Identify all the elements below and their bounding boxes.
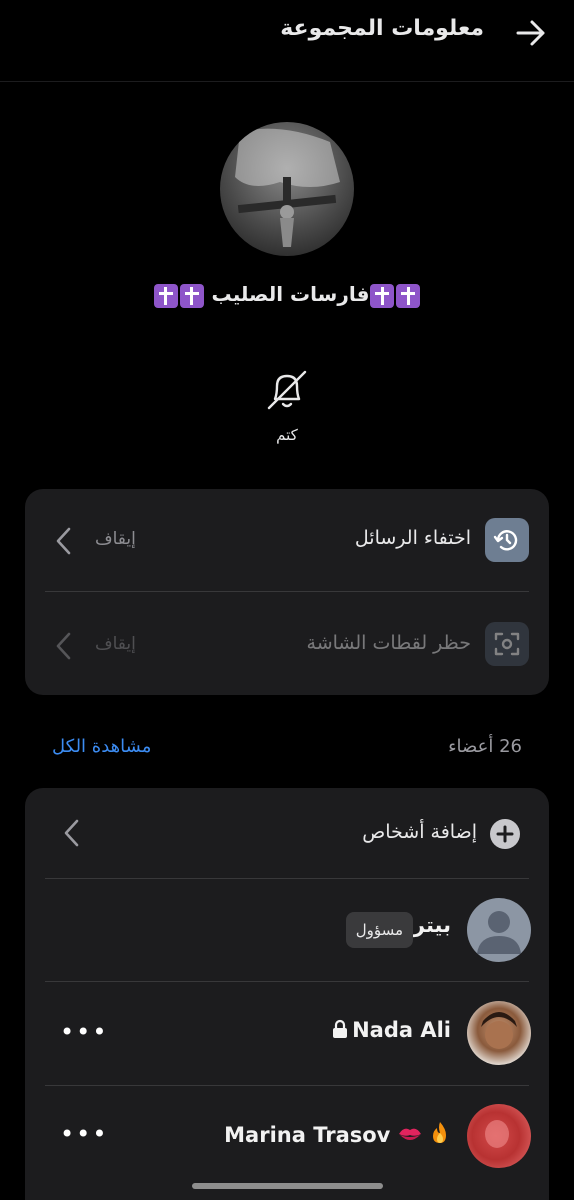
add-people-row[interactable]: إضافة أشخاص: [25, 788, 549, 878]
member-row[interactable]: Marina Trasov •••: [25, 1086, 549, 1196]
member-name: Nada Ali: [352, 1018, 451, 1042]
mute-label: كتم: [276, 426, 298, 444]
latin-cross-emoji: [370, 283, 395, 308]
home-indicator[interactable]: [192, 1183, 383, 1189]
member-row[interactable]: Nada Ali •••: [25, 982, 549, 1085]
avatar: [467, 898, 531, 962]
fire-emoji: [433, 1122, 446, 1143]
chevron-left-icon: [56, 632, 71, 660]
timer-history-icon: [485, 518, 529, 562]
bell-off-icon: [267, 370, 307, 410]
member-name: Marina Trasov: [224, 1123, 391, 1147]
avatar: [467, 1001, 531, 1065]
chevron-left-icon: [56, 527, 71, 555]
avatar: [467, 1104, 531, 1168]
member-name-group: Nada Ali: [332, 1018, 451, 1042]
member-photo: [481, 1012, 517, 1049]
mute-button[interactable]: كتم: [247, 360, 327, 450]
header-bar: معلومات المجموعة: [0, 0, 574, 82]
lock-icon: [333, 1019, 348, 1038]
screenshot-block-row[interactable]: حظر لقطات الشاشة إيقاف: [25, 592, 549, 695]
page-title: معلومات المجموعة: [280, 16, 484, 41]
crucifix-image: [235, 128, 340, 247]
member-name: بيتر: [412, 913, 451, 937]
more-options-button[interactable]: •••: [60, 1120, 108, 1148]
disappearing-messages-row[interactable]: اختفاء الرسائل إيقاف: [25, 489, 549, 591]
group-name: فارسات الصليب: [0, 282, 574, 308]
member-row[interactable]: بيتر مسؤول: [25, 879, 549, 981]
member-name-group: Marina Trasov: [224, 1121, 451, 1147]
add-people-label: إضافة أشخاص: [362, 821, 477, 843]
group-avatar[interactable]: [220, 122, 354, 256]
default-person-icon: [477, 911, 521, 954]
disappearing-messages-value: إيقاف: [95, 529, 136, 549]
member-photo: [485, 1120, 509, 1148]
disappearing-messages-label: اختفاء الرسائل: [354, 527, 471, 549]
latin-cross-emoji: [396, 283, 421, 308]
chevron-left-icon: [64, 819, 79, 847]
settings-card: اختفاء الرسائل إيقاف حظر لقطات الشاشة إي…: [25, 489, 549, 695]
latin-cross-emoji: [179, 283, 204, 308]
more-options-button[interactable]: •••: [60, 1018, 108, 1046]
see-all-link[interactable]: مشاهدة الكل: [52, 736, 151, 757]
members-count: 26 أعضاء: [448, 736, 522, 757]
back-button[interactable]: [510, 14, 552, 52]
screenshot-block-value: إيقاف: [95, 634, 136, 654]
screenshot-block-label: حظر لقطات الشاشة: [306, 632, 471, 654]
plus-circle-icon: [490, 819, 520, 849]
kiss-lips-emoji: [398, 1128, 421, 1140]
admin-badge: مسؤول: [345, 912, 413, 948]
members-card: إضافة أشخاص بيتر مسؤول Nada Ali ••• Mari…: [25, 788, 549, 1200]
latin-cross-emoji: [153, 283, 178, 308]
arrow-right-icon: [516, 20, 545, 46]
group-name-text: فارسات الصليب: [211, 282, 370, 306]
screenshot-block-icon: [485, 622, 529, 666]
